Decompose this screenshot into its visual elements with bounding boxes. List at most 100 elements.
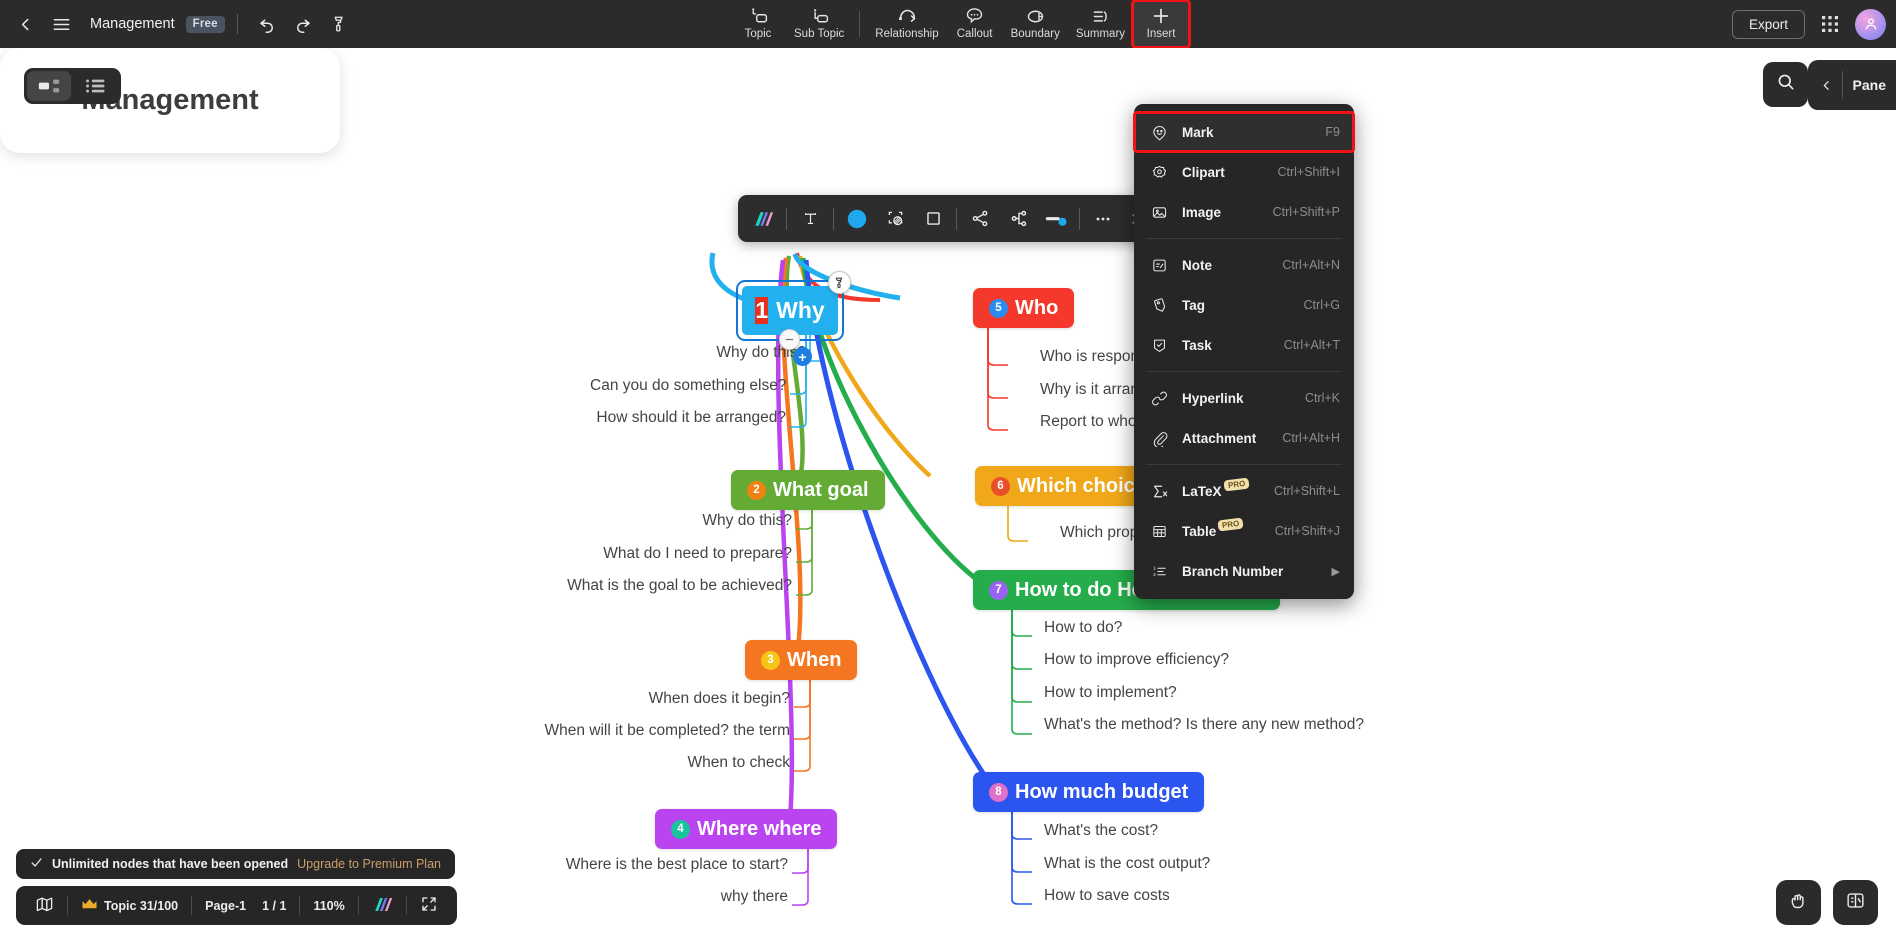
structure-icon[interactable]	[999, 200, 1037, 238]
shape-border-icon[interactable]	[876, 200, 914, 238]
leaf-node[interactable]: What's the cost?	[1044, 822, 1158, 840]
node-where-where[interactable]: 4 Where where	[655, 809, 838, 849]
hand-tool-button[interactable]	[1776, 880, 1821, 925]
plus-icon	[1150, 5, 1172, 27]
menu-item-attachment[interactable]: Attachment Ctrl+Alt+H	[1134, 418, 1354, 458]
node-badge: 6	[991, 476, 1010, 496]
leaf-node[interactable]: How to do?	[1044, 619, 1122, 637]
page-indicator[interactable]: Page-1 1 / 1	[192, 886, 299, 925]
mindmap-edges	[709, 252, 1032, 906]
bottom-right-actions	[1776, 880, 1878, 925]
panel-collapse-icon[interactable]	[1812, 60, 1842, 110]
undo-icon[interactable]	[250, 7, 284, 41]
export-button[interactable]: Export	[1731, 9, 1805, 39]
apps-grid-icon[interactable]	[1815, 9, 1845, 39]
fill-color-icon[interactable]	[838, 200, 876, 238]
back-button[interactable]	[8, 7, 42, 41]
menu-item-image[interactable]: Image Ctrl+Shift+P	[1134, 192, 1354, 232]
tool-relationship[interactable]: Relationship	[867, 1, 946, 47]
node-how-much-budget[interactable]: 8 How much budget	[973, 772, 1205, 812]
menu-item-shortcut: Ctrl+G	[1303, 298, 1340, 312]
top-toolbar-center: Topic Sub Topic Relationship Callout Bou…	[730, 0, 1192, 49]
leaf-node[interactable]: How to improve efficiency?	[1044, 651, 1229, 669]
text-format-icon[interactable]	[791, 200, 829, 238]
tool-label: Insert	[1146, 28, 1176, 40]
toolbar-divider	[859, 11, 861, 37]
leaf-node[interactable]: How to save costs	[1044, 887, 1170, 905]
tool-callout[interactable]: Callout	[947, 1, 1003, 47]
toolbar-divider	[956, 207, 957, 230]
format-painter-icon[interactable]	[322, 7, 356, 41]
map-overview-button[interactable]	[22, 886, 67, 925]
more-options-icon[interactable]	[1084, 200, 1122, 238]
menu-item-note[interactable]: Note Ctrl+Alt+N	[1134, 245, 1354, 285]
tool-topic[interactable]: Topic	[730, 1, 786, 47]
smiley-mark-icon	[1148, 124, 1170, 141]
floating-format-toolbar	[738, 195, 1158, 242]
menu-item-task[interactable]: Task Ctrl+Alt+T	[1134, 325, 1354, 365]
leaf-node[interactable]: When will it be completed? the term	[520, 722, 790, 740]
node-what-goal[interactable]: 2 What goal	[731, 470, 885, 510]
toolbar-divider	[1079, 207, 1080, 230]
tool-sub-topic[interactable]: Sub Topic	[786, 1, 852, 47]
tool-boundary[interactable]: Boundary	[1003, 1, 1068, 47]
leaf-node[interactable]: How should it be arranged?	[590, 409, 786, 427]
plan-badge[interactable]: Free	[185, 15, 225, 33]
leaf-node[interactable]: What is the goal to be achieved?	[538, 577, 792, 595]
toolbar-divider	[833, 207, 834, 230]
menu-item-branch-number[interactable]: 12 Branch Number ▶	[1134, 551, 1354, 591]
leaf-node[interactable]: When does it begin?	[600, 690, 790, 708]
leaf-node[interactable]: What's the method? Is there any new meth…	[1044, 716, 1364, 734]
fullscreen-button[interactable]	[407, 886, 451, 925]
topic-count[interactable]: Topic 31/100	[68, 886, 191, 925]
node-when[interactable]: 3 When	[745, 640, 858, 680]
shape-square-icon[interactable]	[914, 200, 952, 238]
callout-icon	[964, 5, 985, 27]
document-title[interactable]: Management	[90, 16, 175, 32]
mindmap-view-icon[interactable]	[27, 71, 71, 101]
mindmap-canvas[interactable]: Pane Management 1 Why + 2 What goal 3 Wh…	[0, 48, 1896, 934]
leaf-node[interactable]: why there	[628, 888, 788, 906]
menu-item-table[interactable]: Table PRO Ctrl+Shift+J	[1134, 511, 1354, 551]
format-painter-handle-icon[interactable]	[828, 271, 851, 294]
task-icon	[1148, 337, 1170, 354]
leaf-node[interactable]: Can you do something else?	[590, 377, 786, 395]
menu-item-mark[interactable]: Mark F9	[1133, 111, 1355, 153]
outline-view-icon[interactable]	[74, 71, 118, 101]
search-button[interactable]	[1763, 62, 1808, 107]
add-child-node-button[interactable]: +	[793, 347, 812, 366]
menu-item-latex[interactable]: LaTeX PRO Ctrl+Shift+L	[1134, 471, 1354, 511]
leaf-node[interactable]: What do I need to prepare?	[558, 545, 792, 563]
right-panel-collapsed[interactable]: Pane	[1807, 60, 1896, 110]
upgrade-link[interactable]: Upgrade to Premium Plan	[297, 857, 441, 871]
menu-item-hyperlink[interactable]: Hyperlink Ctrl+K	[1134, 378, 1354, 418]
tool-label: Summary	[1075, 28, 1126, 40]
leaf-node[interactable]: Why do this?	[600, 512, 792, 530]
menu-item-shortcut: Ctrl+K	[1304, 391, 1340, 405]
leaf-node[interactable]: How to implement?	[1044, 684, 1177, 702]
leaf-node[interactable]: What is the cost output?	[1044, 855, 1210, 873]
leaf-node[interactable]: When to check	[620, 754, 790, 772]
node-why-selected[interactable]: 1 Why	[736, 271, 851, 350]
hamburger-menu-icon[interactable]	[44, 7, 78, 41]
ai-assistant-button[interactable]	[1833, 880, 1878, 925]
menu-item-clipart[interactable]: Clipart Ctrl+Shift+I	[1134, 152, 1354, 192]
branch-layout-icon[interactable]	[961, 200, 999, 238]
tool-summary[interactable]: Summary	[1068, 1, 1133, 47]
leaf-node[interactable]: Where is the best place to start?	[548, 856, 788, 874]
zoom-level[interactable]: 110%	[300, 886, 357, 925]
style-gradient-icon[interactable]	[744, 200, 782, 238]
theme-button[interactable]	[359, 886, 406, 925]
redo-icon[interactable]	[286, 7, 320, 41]
line-style-icon[interactable]	[1037, 200, 1075, 238]
node-badge: 3	[761, 650, 780, 670]
menu-item-tag[interactable]: Tag Ctrl+G	[1134, 285, 1354, 325]
node-collapse-toggle[interactable]	[779, 329, 800, 350]
status-bar: Topic 31/100 Page-1 1 / 1 110%	[16, 886, 457, 925]
node-who[interactable]: 5 Who	[973, 288, 1075, 328]
leaf-node[interactable]: Report to who?	[1040, 413, 1145, 431]
node-why[interactable]: 1 Why	[742, 286, 838, 335]
note-icon	[1148, 257, 1170, 274]
user-avatar-icon[interactable]	[1855, 8, 1886, 40]
tool-insert[interactable]: Insert	[1131, 0, 1192, 49]
